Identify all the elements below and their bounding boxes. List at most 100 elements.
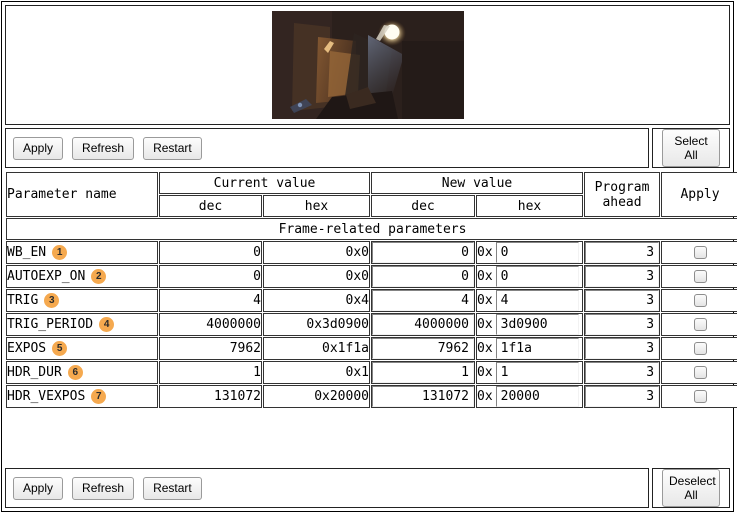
select-all-label-line1: Select	[674, 134, 708, 148]
new-hex-input[interactable]	[495, 338, 579, 359]
current-dec-cell: 1	[159, 361, 262, 384]
program-ahead-input[interactable]	[585, 290, 660, 311]
parameter-name-label: HDR_DUR	[7, 365, 62, 380]
apply-checkbox-cell	[661, 241, 737, 264]
new-hex-input[interactable]	[495, 266, 579, 287]
new-hex-input[interactable]	[495, 386, 579, 407]
apply-checkbox[interactable]	[693, 342, 707, 355]
new-dec-input[interactable]	[372, 266, 474, 287]
new-hex-cell: 0x	[476, 337, 584, 360]
refresh-button-top[interactable]: Refresh	[72, 136, 135, 160]
parameters-table: Parameter name Current value New value P…	[5, 171, 737, 409]
new-dec-input[interactable]	[372, 362, 474, 383]
apply-checkbox[interactable]	[693, 246, 707, 259]
parameter-name-cell: TRIG_PERIOD 4	[6, 313, 158, 336]
program-ahead-input[interactable]	[585, 386, 660, 407]
apply-button-bottom[interactable]: Apply	[13, 476, 64, 500]
program-ahead-input[interactable]	[585, 362, 660, 383]
new-dec-input[interactable]	[372, 338, 474, 359]
camera-parameters-window: Apply Refresh Restart Select All Paramet…	[1, 1, 737, 512]
current-hex-cell: 0x1	[263, 361, 370, 384]
hex-prefix-label: 0x	[477, 317, 493, 332]
apply-checkbox-cell	[661, 289, 737, 312]
deselect-all-label-line1: Deselect	[669, 474, 716, 488]
parameter-name-cell: WB_EN 1	[6, 241, 158, 264]
new-hex-input[interactable]	[495, 290, 579, 311]
restart-button-bottom[interactable]: Restart	[143, 476, 202, 500]
top-toolbar-buttons: Apply Refresh Restart	[5, 128, 649, 168]
parameter-name-cell: AUTOEXP_ON 2	[6, 265, 158, 288]
program-ahead-input[interactable]	[585, 314, 660, 335]
select-all-label-line2: All	[684, 148, 698, 162]
current-dec-cell: 0	[159, 265, 262, 288]
new-dec-input[interactable]	[372, 386, 474, 407]
header-current-hex: hex	[263, 195, 370, 217]
parameter-name-label: TRIG_PERIOD	[7, 317, 94, 332]
new-dec-cell	[371, 361, 475, 384]
program-ahead-cell	[584, 241, 661, 264]
table-row: AUTOEXP_ON 2 00x0 0x	[6, 265, 737, 288]
parameter-index-badge: 7	[91, 389, 107, 404]
parameter-name-label: AUTOEXP_ON	[7, 269, 86, 284]
current-hex-cell: 0x1f1a	[263, 337, 370, 360]
new-hex-input[interactable]	[495, 314, 579, 335]
select-all-button[interactable]: Select All	[662, 129, 720, 167]
new-hex-cell: 0x	[476, 361, 584, 384]
camera-video-frame[interactable]	[271, 11, 464, 119]
current-hex-cell: 0x0	[263, 265, 370, 288]
deselect-all-label-line2: All	[684, 488, 698, 502]
new-dec-input[interactable]	[372, 290, 474, 311]
apply-checkbox-cell	[661, 337, 737, 360]
parameter-name-cell: EXPOS 5	[6, 337, 158, 360]
table-row: HDR_DUR 6 10x1 0x	[6, 361, 737, 384]
new-dec-cell	[371, 289, 475, 312]
program-ahead-cell	[584, 337, 661, 360]
apply-checkbox[interactable]	[693, 294, 707, 307]
program-ahead-input[interactable]	[585, 338, 660, 359]
deselect-all-button[interactable]: Deselect All	[662, 469, 720, 507]
new-dec-input[interactable]	[372, 314, 474, 335]
refresh-button-bottom[interactable]: Refresh	[72, 476, 135, 500]
bottom-toolbar: Apply Refresh Restart Deselect All	[5, 468, 730, 508]
new-hex-input[interactable]	[495, 362, 579, 383]
new-hex-cell: 0x	[476, 289, 584, 312]
hex-prefix-label: 0x	[477, 365, 493, 380]
parameter-name-label: WB_EN	[7, 245, 47, 260]
hex-prefix-label: 0x	[477, 389, 493, 404]
new-hex-cell: 0x	[476, 385, 584, 408]
program-ahead-input[interactable]	[585, 242, 660, 263]
apply-button-top[interactable]: Apply	[13, 136, 64, 160]
apply-checkbox[interactable]	[693, 318, 707, 331]
table-header: Parameter name Current value New value P…	[6, 172, 737, 217]
parameters-table-container: Parameter name Current value New value P…	[5, 171, 737, 465]
new-dec-input[interactable]	[372, 242, 474, 263]
apply-checkbox[interactable]	[693, 366, 707, 379]
header-new-value: New value	[371, 172, 584, 194]
new-hex-input[interactable]	[495, 242, 579, 263]
header-parameter-name: Parameter name	[6, 172, 158, 217]
program-ahead-input[interactable]	[585, 266, 660, 287]
table-header-row-1: Parameter name Current value New value P…	[6, 172, 737, 217]
bottom-toolbar-buttons: Apply Refresh Restart	[5, 468, 649, 508]
apply-checkbox-cell	[661, 265, 737, 288]
apply-checkbox[interactable]	[693, 270, 707, 283]
new-dec-cell	[371, 265, 475, 288]
hex-prefix-label: 0x	[477, 245, 493, 260]
current-dec-cell: 131072	[159, 385, 262, 408]
current-hex-cell: 0x4	[263, 289, 370, 312]
header-new-dec: dec	[371, 195, 475, 217]
top-toolbar: Apply Refresh Restart Select All	[5, 128, 730, 168]
video-frame-image	[271, 11, 464, 119]
section-header-row: Frame-related parameters	[6, 218, 737, 240]
program-ahead-cell	[584, 289, 661, 312]
table-row: HDR_VEXPOS 7 1310720x20000 0x	[6, 385, 737, 408]
table-row: TRIG 3 40x4 0x	[6, 289, 737, 312]
restart-button-top[interactable]: Restart	[143, 136, 202, 160]
parameter-name-cell: TRIG 3	[6, 289, 158, 312]
apply-checkbox[interactable]	[693, 390, 707, 403]
video-preview-panel	[5, 5, 730, 125]
new-dec-cell	[371, 385, 475, 408]
parameter-index-badge: 1	[52, 245, 68, 260]
current-dec-cell: 7962	[159, 337, 262, 360]
parameter-name-label: EXPOS	[7, 341, 47, 356]
